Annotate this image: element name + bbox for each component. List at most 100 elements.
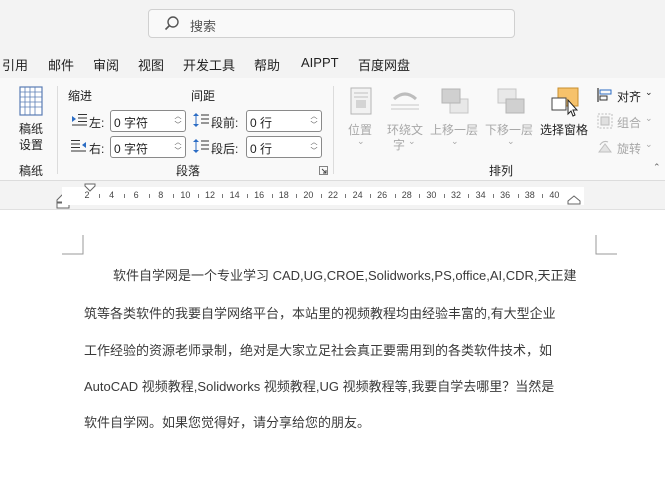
group-separator bbox=[333, 86, 334, 174]
arrange-group-label: 排列 bbox=[489, 164, 514, 178]
ruler-number: 18 bbox=[278, 190, 289, 200]
ruler-track[interactable]: 2 4 6 8 10 12 14 16 18 20 22 24 26 28 30 32 34 36 38 40 bbox=[62, 187, 584, 205]
send-backward-icon bbox=[497, 88, 525, 114]
tab-aippt[interactable]: AIPPT bbox=[301, 55, 339, 70]
paragraph-line: 软件自学网。如果您觉得好，请分享给您的朋友。 bbox=[84, 415, 371, 430]
horizontal-ruler: 2 4 6 8 10 12 14 16 18 20 22 24 26 28 30 32 34 36 38 40 bbox=[0, 181, 665, 210]
ruler-tick bbox=[419, 194, 421, 198]
ruler-tick bbox=[246, 194, 248, 198]
group-objects-label: 组合 bbox=[617, 116, 642, 130]
indent-left-value: 0 字符 bbox=[114, 116, 149, 130]
spin-down-icon[interactable]: ﹀ bbox=[309, 147, 319, 157]
tab-developer[interactable]: 开发工具 bbox=[183, 55, 235, 74]
group-objects-icon bbox=[597, 113, 613, 129]
ruler-number: 28 bbox=[401, 190, 412, 200]
chevron-down-icon: ⌄ bbox=[645, 87, 653, 97]
indent-left-label: 左: bbox=[89, 116, 105, 130]
indent-left-input[interactable]: 0 字符 ︿ ﹀ bbox=[110, 110, 186, 132]
collapse-ribbon-icon[interactable]: ⌃ bbox=[653, 162, 661, 173]
manuscript-group-label: 稿纸 bbox=[19, 164, 44, 178]
ruler-tick bbox=[468, 194, 470, 198]
indent-header: 缩进 bbox=[68, 89, 93, 103]
paragraph-line: 工作经验的资源老师录制，绝对是大家立足社会真正要需用到的各类软件技术，如 bbox=[84, 343, 553, 358]
chevron-down-icon: ⌄ bbox=[645, 113, 653, 123]
ruler-number: 22 bbox=[327, 190, 339, 200]
title-bar: 搜索 bbox=[0, 0, 665, 48]
manuscript-paper-icon bbox=[19, 86, 43, 116]
spin-down-icon[interactable]: ﹀ bbox=[173, 147, 183, 157]
group-separator bbox=[57, 86, 58, 174]
tab-help[interactable]: 帮助 bbox=[254, 55, 280, 74]
ruler-tick bbox=[197, 194, 199, 198]
ruler-tick bbox=[394, 194, 396, 198]
ruler-tick bbox=[173, 194, 175, 198]
position-icon bbox=[350, 87, 372, 115]
ruler-number: 8 bbox=[158, 190, 164, 200]
paragraph-line: 筑等各类软件的我要自学网络平台，本站里的视频教程均由经验丰富的,有大型企业 bbox=[84, 306, 556, 321]
spin-down-icon[interactable]: ﹀ bbox=[173, 121, 183, 131]
spacing-before-input[interactable]: 0 行 ︿ ﹀ bbox=[246, 110, 322, 132]
rotate-icon bbox=[598, 140, 612, 153]
wrap-text-icon bbox=[391, 92, 419, 110]
ruler-tick bbox=[492, 194, 494, 198]
search-icon bbox=[164, 16, 179, 31]
manuscript-button-label-1: 稿纸 bbox=[19, 122, 44, 136]
ruler-tick bbox=[148, 194, 150, 198]
manuscript-button-label-2: 设置 bbox=[19, 138, 44, 152]
ruler-number: 12 bbox=[204, 190, 216, 200]
align-icon bbox=[597, 88, 612, 102]
margin-corner-mark bbox=[62, 235, 84, 255]
indent-right-icon bbox=[71, 140, 86, 152]
ruler-number: 6 bbox=[133, 190, 139, 200]
tab-view[interactable]: 视图 bbox=[138, 55, 164, 74]
ruler-number: 38 bbox=[524, 190, 535, 200]
paragraph-group-label: 段落 bbox=[176, 164, 201, 178]
spacing-header: 间距 bbox=[191, 89, 216, 103]
tab-references[interactable]: 引用 bbox=[2, 55, 28, 74]
ruler-tick bbox=[99, 194, 101, 198]
chevron-down-icon: ⌄ bbox=[451, 136, 459, 146]
search-box[interactable]: 搜索 bbox=[148, 9, 515, 38]
ruler-number: 16 bbox=[254, 190, 265, 200]
spacing-after-icon bbox=[193, 139, 209, 153]
ruler-number: 36 bbox=[500, 190, 511, 200]
wrap-text-label-2: 字 bbox=[393, 138, 406, 152]
indent-left-icon bbox=[72, 114, 87, 126]
ruler-tick bbox=[443, 194, 445, 198]
ruler-number: 26 bbox=[377, 190, 388, 200]
selection-pane-icon bbox=[551, 87, 579, 117]
first-line-indent-marker-icon[interactable] bbox=[84, 183, 96, 192]
ruler-number: 32 bbox=[450, 190, 462, 200]
paragraph-line: AutoCAD 视频教程,Solidworks 视频教程,UG 视频教程等,我要… bbox=[84, 379, 555, 394]
chevron-down-icon: ⌄ bbox=[408, 136, 416, 146]
document-page[interactable]: 软件自学网是一个专业学习 CAD,UG,CROE,Solidworks,PS,o… bbox=[0, 211, 665, 491]
spacing-before-value: 0 行 bbox=[250, 116, 273, 130]
paragraph-line: 软件自学网是一个专业学习 CAD,UG,CROE,Solidworks,PS,o… bbox=[113, 268, 577, 283]
tab-mailings[interactable]: 邮件 bbox=[48, 55, 74, 74]
ruler-number: 40 bbox=[549, 190, 560, 200]
ruler-tick bbox=[296, 194, 298, 198]
ruler-tick bbox=[517, 194, 519, 198]
ruler-tick bbox=[542, 194, 544, 198]
tab-review[interactable]: 审阅 bbox=[93, 55, 119, 74]
right-indent-marker-icon[interactable] bbox=[567, 195, 581, 205]
chevron-down-icon: ⌄ bbox=[507, 136, 515, 146]
ruler-tick bbox=[271, 194, 273, 198]
ruler-number: 14 bbox=[229, 190, 240, 200]
ribbon-tabs: 引用 邮件 审阅 视图 开发工具 帮助 AIPPT 百度网盘 bbox=[0, 48, 665, 78]
dialog-launcher-icon[interactable] bbox=[319, 166, 328, 175]
align-label: 对齐 bbox=[617, 90, 642, 104]
tab-baidu-netdisk[interactable]: 百度网盘 bbox=[358, 55, 410, 74]
ruler-number: 30 bbox=[426, 190, 437, 200]
spacing-after-input[interactable]: 0 行 ︿ ﹀ bbox=[246, 136, 322, 158]
bring-forward-icon bbox=[441, 88, 469, 114]
chevron-down-icon: ⌄ bbox=[357, 136, 365, 146]
indent-right-input[interactable]: 0 字符 ︿ ﹀ bbox=[110, 136, 186, 158]
ruler-tick bbox=[345, 194, 347, 198]
spin-down-icon[interactable]: ﹀ bbox=[309, 121, 319, 131]
spacing-before-icon bbox=[193, 113, 209, 127]
ruler-tick bbox=[320, 194, 322, 198]
ruler-number: 4 bbox=[109, 190, 115, 200]
ruler-tick bbox=[123, 194, 125, 198]
ruler-number: 24 bbox=[352, 190, 363, 200]
